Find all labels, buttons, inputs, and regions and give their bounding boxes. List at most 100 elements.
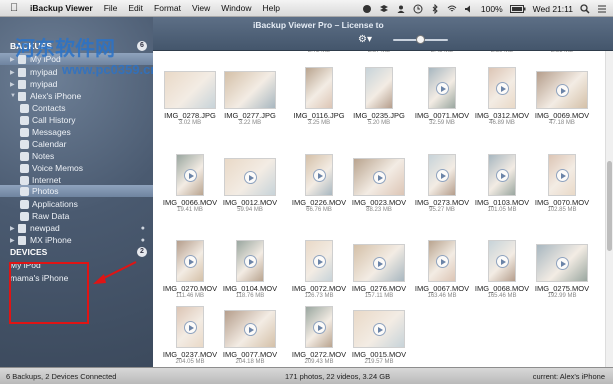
menu-view[interactable]: View bbox=[192, 3, 210, 13]
sidebar-backup-newpad[interactable]: ▶ newpad ● bbox=[0, 222, 153, 234]
sidebar-item-call-history[interactable]: Call History bbox=[0, 114, 153, 126]
volume-icon[interactable] bbox=[464, 4, 474, 14]
media-tile[interactable]: IMG_0070.MOV 102.85 MB bbox=[533, 152, 591, 216]
disclosure-triangle-icon[interactable]: ▶ bbox=[10, 225, 18, 232]
thumbnail[interactable] bbox=[350, 304, 408, 348]
thumbnail[interactable] bbox=[413, 152, 471, 196]
media-tile[interactable]: IMG_0069.MOV 47.18 MB bbox=[533, 65, 591, 129]
user-icon[interactable] bbox=[396, 4, 406, 14]
thumbnail[interactable] bbox=[161, 152, 219, 196]
menu-format[interactable]: Format bbox=[154, 3, 181, 13]
thumbnail[interactable] bbox=[290, 152, 348, 196]
battery-icon[interactable] bbox=[509, 4, 526, 13]
media-tile[interactable]: IMG_0023.MOV 88.23 MB bbox=[350, 152, 408, 216]
media-tile[interactable]: IMG_0012.MOV 59.94 MB bbox=[221, 152, 279, 216]
media-tile[interactable]: IMG_0270.MOV 111.46 MB bbox=[161, 238, 219, 302]
thumbnail[interactable] bbox=[473, 65, 531, 109]
media-tile[interactable]: IMG_0235.JPG 5.20 MB bbox=[350, 65, 408, 129]
play-icon bbox=[555, 168, 569, 182]
thumbnail[interactable] bbox=[290, 304, 348, 348]
thumbnail[interactable] bbox=[161, 304, 219, 348]
time-machine-icon[interactable] bbox=[413, 4, 423, 14]
apple-menu-icon[interactable]:  bbox=[10, 2, 22, 14]
gear-icon[interactable]: ⚙▾ bbox=[358, 34, 372, 45]
disclosure-triangle-open-icon[interactable]: ▼ bbox=[10, 93, 18, 99]
media-tile[interactable]: IMG_0104.MOV 118.76 MB bbox=[221, 238, 279, 302]
scrollbar-knob[interactable] bbox=[607, 161, 612, 251]
sidebar-backup-mx-iphone[interactable]: ▶ MX iPhone ● bbox=[0, 234, 153, 246]
thumbnail[interactable] bbox=[290, 65, 348, 109]
sidebar-item-voice-memos[interactable]: Voice Memos bbox=[0, 162, 153, 174]
disclosure-triangle-icon[interactable]: ▶ bbox=[10, 69, 18, 76]
media-tile[interactable]: IMG_0278.JPG 3.02 MB bbox=[161, 65, 219, 129]
media-tile[interactable]: IMG_0072.MOV 126.73 MB bbox=[290, 238, 348, 302]
sidebar-item-applications[interactable]: Applications bbox=[0, 198, 153, 210]
menu-app-name[interactable]: iBackup Viewer bbox=[30, 3, 93, 13]
media-tile[interactable]: IMG_0103.MOV 101.05 MB bbox=[473, 152, 531, 216]
sidebar-backup-myipad-2[interactable]: ▶ myipad bbox=[0, 78, 153, 90]
media-tile[interactable]: IMG_0077.MOV 204.18 MB bbox=[221, 304, 279, 367]
spotlight-search-icon[interactable] bbox=[580, 3, 590, 14]
media-tile[interactable]: IMG_0067.MOV 163.46 MB bbox=[413, 238, 471, 302]
thumbnail[interactable] bbox=[290, 238, 348, 282]
sidebar-item-messages[interactable]: Messages bbox=[0, 126, 153, 138]
thumbnail[interactable] bbox=[350, 238, 408, 282]
battery-percent[interactable]: 100% bbox=[481, 4, 503, 14]
thumbnail[interactable] bbox=[221, 152, 279, 196]
wifi-icon[interactable] bbox=[447, 4, 457, 14]
sidebar-item-photos[interactable]: Photos bbox=[0, 185, 153, 197]
thumbnail[interactable] bbox=[413, 238, 471, 282]
thumbnail[interactable] bbox=[161, 65, 219, 109]
zoom-slider-knob[interactable] bbox=[416, 35, 425, 44]
play-icon bbox=[183, 168, 197, 182]
media-tile[interactable]: IMG_0068.MOV 165.46 MB bbox=[473, 238, 531, 302]
media-tile[interactable]: IMG_0237.MOV 204.05 MB bbox=[161, 304, 219, 367]
menu-window[interactable]: Window bbox=[221, 3, 251, 13]
sidebar-backup-alex-iphone[interactable]: ▼ Alex's iPhone bbox=[0, 90, 153, 102]
thumbnail[interactable] bbox=[161, 238, 219, 282]
play-icon bbox=[243, 322, 257, 336]
thumbnail[interactable] bbox=[533, 152, 591, 196]
sidebar: BACKUPS 6 ▶ My iPod ▶ myipad ▶ myipad ▼ … bbox=[0, 17, 153, 367]
thumbnail[interactable] bbox=[221, 304, 279, 348]
thumbnail[interactable] bbox=[350, 152, 408, 196]
media-tile[interactable]: IMG_0275.MOV 192.99 MB bbox=[533, 238, 591, 302]
media-tile[interactable]: IMG_0273.MOV 95.27 MB bbox=[413, 152, 471, 216]
media-tile[interactable]: IMG_0071.MOV 32.59 MB bbox=[413, 65, 471, 129]
disclosure-triangle-icon[interactable]: ▶ bbox=[10, 237, 18, 244]
thumbnail[interactable] bbox=[473, 152, 531, 196]
sidebar-item-notes[interactable]: Notes bbox=[0, 150, 153, 162]
thumbnail[interactable] bbox=[413, 65, 471, 109]
thumbnail[interactable] bbox=[221, 65, 279, 109]
media-tile[interactable]: IMG_0226.MOV 66.76 MB bbox=[290, 152, 348, 216]
menu-clock[interactable]: Wed 21:11 bbox=[533, 4, 573, 14]
vertical-scrollbar[interactable] bbox=[605, 51, 613, 367]
sidebar-item-calendar[interactable]: Calendar bbox=[0, 138, 153, 150]
sidebar-item-contacts[interactable]: Contacts bbox=[0, 102, 153, 114]
media-filesize: 118.76 MB bbox=[235, 293, 265, 299]
thumbnail[interactable] bbox=[221, 238, 279, 282]
media-tile[interactable]: IMG_0277.JPG 3.22 MB bbox=[221, 65, 279, 129]
thumbnail[interactable] bbox=[533, 65, 591, 109]
disclosure-triangle-icon[interactable]: ▶ bbox=[10, 81, 18, 88]
app-tray-icon[interactable] bbox=[362, 4, 372, 14]
menu-file[interactable]: File bbox=[104, 3, 118, 13]
video-thumbnail-image bbox=[305, 306, 333, 348]
media-tile[interactable]: IMG_0066.MOV 19.41 MB bbox=[161, 152, 219, 216]
bluetooth-icon[interactable] bbox=[430, 3, 440, 14]
media-tile[interactable]: IMG_0116.JPG 3.25 MB bbox=[290, 65, 348, 129]
notification-center-icon[interactable] bbox=[597, 4, 607, 14]
media-tile[interactable]: IMG_0276.MOV 157.11 MB bbox=[350, 238, 408, 302]
thumbnail[interactable] bbox=[533, 238, 591, 282]
sidebar-item-raw-data[interactable]: Raw Data bbox=[0, 210, 153, 222]
menu-help[interactable]: Help bbox=[262, 3, 279, 13]
photo-grid: 2.72 MB2.87 MB2.45 MB2.39 MB2.51 MB2.22 … bbox=[153, 51, 613, 367]
media-tile[interactable]: IMG_0272.MOV 209.43 MB bbox=[290, 304, 348, 367]
menu-edit[interactable]: Edit bbox=[128, 3, 143, 13]
thumbnail[interactable] bbox=[350, 65, 408, 109]
dropbox-icon[interactable] bbox=[379, 4, 389, 14]
window-toolbar: iBackup Viewer Pro – License to ⚙▾ bbox=[153, 17, 613, 51]
media-tile[interactable]: IMG_0312.MOV 46.89 MB bbox=[473, 65, 531, 129]
thumbnail[interactable] bbox=[473, 238, 531, 282]
media-tile[interactable]: IMG_0015.MOV 219.57 MB bbox=[350, 304, 408, 367]
